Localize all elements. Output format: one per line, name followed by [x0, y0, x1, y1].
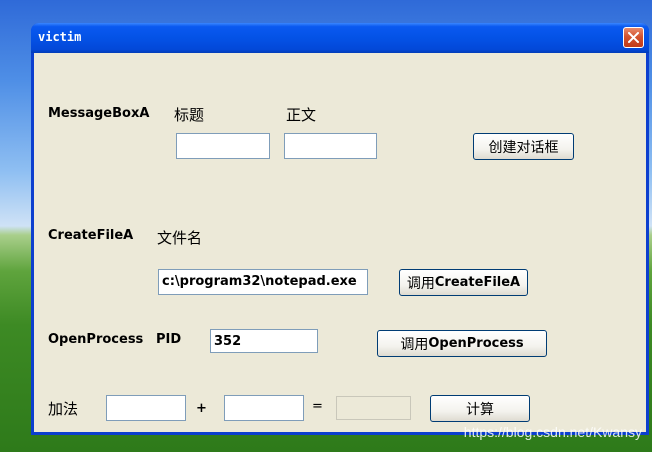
operand1-input[interactable] — [106, 395, 186, 421]
call-createfile-prefix: 调用 — [406, 275, 435, 292]
createfile-section-label: CreateFileA — [48, 228, 134, 243]
add-label: 加法 — [48, 400, 79, 418]
create-dialog-button[interactable]: 创建对话框 — [473, 133, 574, 160]
pid-label: PID — [156, 332, 182, 347]
filename-input[interactable]: c:\program32\notepad.exe — [158, 269, 368, 295]
call-createfile-api: CreateFileA — [434, 275, 521, 290]
call-openprocess-prefix: 调用 — [400, 336, 429, 353]
pid-input[interactable]: 352 — [210, 329, 318, 353]
messagebox-section-label: MessageBoxA — [48, 106, 150, 121]
call-openprocess-api: OpenProcess — [428, 336, 524, 351]
call-createfile-button[interactable]: 调用 CreateFileA — [399, 269, 528, 296]
result-field — [336, 396, 411, 420]
client-area: MessageBoxA 标题 正文 创建对话框 CreateFileA 文件名 … — [34, 53, 646, 432]
filename-label: 文件名 — [157, 229, 203, 247]
operand2-input[interactable] — [224, 395, 304, 421]
close-icon — [628, 32, 639, 43]
openprocess-section-label: OpenProcess — [48, 332, 144, 347]
messagebox-body-label: 正文 — [286, 106, 317, 124]
watermark-text: https://blog.csdn.net/Kwansy — [463, 424, 642, 440]
close-button[interactable] — [623, 27, 644, 48]
messagebox-body-input[interactable] — [284, 133, 377, 159]
title-bar[interactable]: victim — [31, 23, 649, 53]
window-title: victim — [38, 30, 82, 44]
call-openprocess-button[interactable]: 调用 OpenProcess — [377, 330, 547, 357]
equals-sign: = — [312, 399, 323, 414]
messagebox-title-label: 标题 — [174, 106, 205, 124]
victim-window: victim MessageBoxA 标题 正文 创建对话框 CreateFil… — [31, 23, 649, 435]
plus-sign: + — [196, 401, 207, 416]
messagebox-title-input[interactable] — [176, 133, 270, 159]
calculate-button[interactable]: 计算 — [430, 395, 530, 422]
